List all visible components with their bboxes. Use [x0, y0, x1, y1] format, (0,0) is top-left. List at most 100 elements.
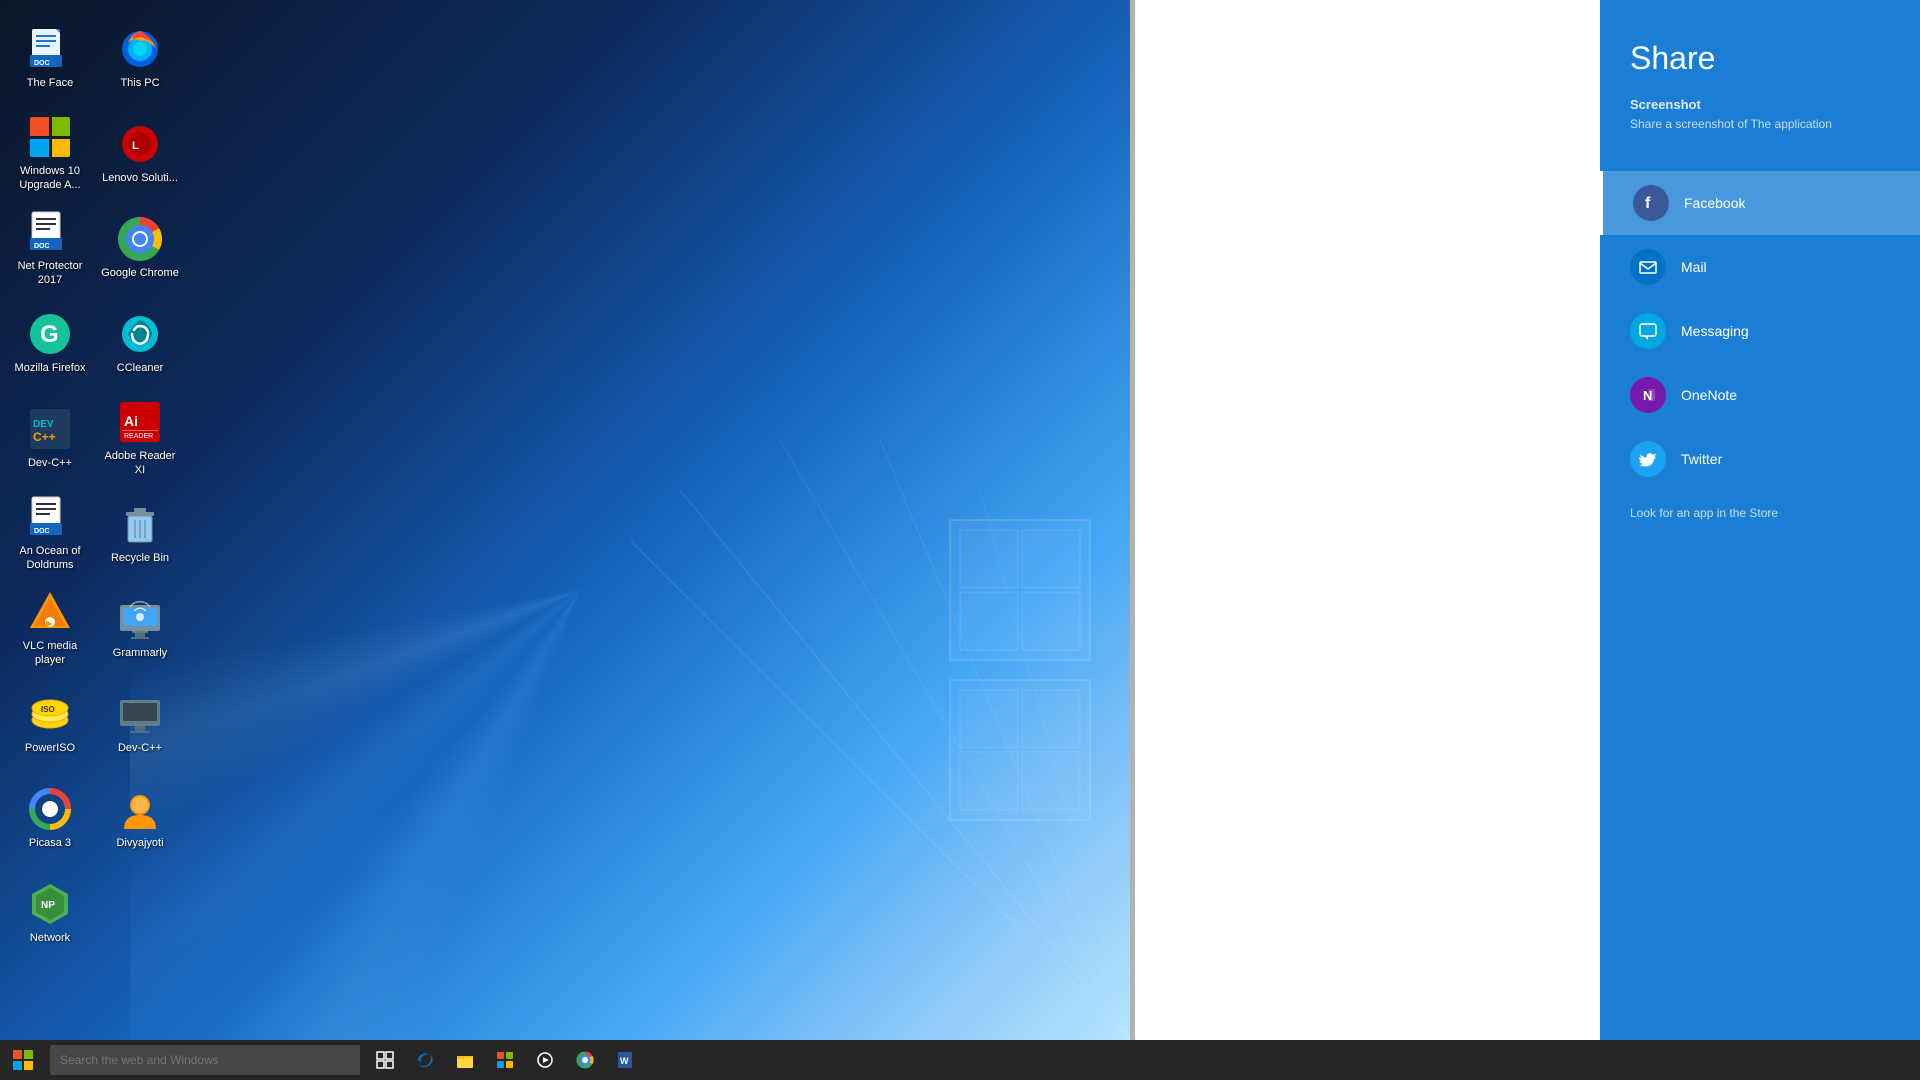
svg-text:DOC: DOC — [34, 60, 50, 67]
messaging-icon — [1630, 313, 1666, 349]
icon-mozilla-firefox[interactable]: This PC — [95, 10, 185, 105]
chrome-taskbar-icon — [576, 1051, 594, 1069]
google-chrome-icon — [116, 215, 164, 263]
grammarly-label: Mozilla Firefox — [15, 362, 86, 375]
share-panel: Share Screenshot Share a screenshot of T… — [1600, 0, 1920, 1040]
task-view-button[interactable] — [365, 1040, 405, 1080]
icon-the-face[interactable]: DOC The Face — [5, 10, 95, 105]
file-explorer-button[interactable] — [445, 1040, 485, 1080]
facebook-label: Facebook — [1684, 195, 1745, 211]
divyajyoti-label: Divyajyoti — [116, 837, 163, 850]
mail-label: Mail — [1681, 259, 1707, 275]
taskbar: W — [0, 1040, 1920, 1080]
edge-button[interactable] — [405, 1040, 445, 1080]
an-ocean-icon: DOC — [26, 493, 74, 541]
panel-divider — [1130, 0, 1135, 1040]
icon-net-protector[interactable]: NP Network — [5, 865, 95, 960]
this-pc-label: Dev-C++ — [118, 742, 162, 755]
icons-area: DOC The Face Windows 10 Upgrade A... — [0, 0, 280, 1040]
share-description: Share a screenshot of The application — [1630, 117, 1890, 131]
icon-ccleaner[interactable]: CCleaner — [95, 295, 185, 390]
dev-cpp-label: Dev-C++ — [28, 457, 72, 470]
svg-text:G: G — [40, 321, 59, 348]
media-button[interactable] — [525, 1040, 565, 1080]
lenovo-label: Lenovo Soluti... — [102, 172, 178, 185]
desktop: DOC The Face Windows 10 Upgrade A... — [0, 0, 1130, 1040]
share-item-twitter[interactable]: Twitter — [1600, 427, 1920, 491]
vlc-label: VLC media player — [10, 640, 90, 666]
network-label: Grammarly — [113, 647, 167, 660]
mozilla-firefox-label: This PC — [120, 77, 159, 90]
icon-divyajyoti[interactable]: Divyajyoti — [95, 770, 185, 865]
icon-poweriso[interactable]: ISO PowerISO — [5, 675, 95, 770]
dev-cpp-icon: DEV C++ — [26, 405, 74, 453]
windows10-upgrade-icon — [26, 113, 74, 161]
svg-text:W: W — [620, 1056, 629, 1066]
onenote-icon: N — [1630, 377, 1666, 413]
word-taskbar-button[interactable]: W — [605, 1040, 645, 1080]
desktop-rays — [430, 340, 1130, 1040]
twitter-icon — [1630, 441, 1666, 477]
share-item-messaging[interactable]: Messaging — [1600, 299, 1920, 363]
icon-lenovo[interactable]: L Lenovo Soluti... — [95, 105, 185, 200]
lenovo-icon: L — [116, 120, 164, 168]
icon-dev-cpp[interactable]: DEV C++ Dev-C++ — [5, 390, 95, 485]
google-chrome-label: Google Chrome — [101, 267, 179, 280]
mail-icon — [1630, 249, 1666, 285]
svg-text:▶: ▶ — [45, 619, 53, 628]
media-icon — [536, 1051, 554, 1069]
net-protector-label: Network — [30, 932, 70, 945]
store-button[interactable] — [485, 1040, 525, 1080]
search-input[interactable] — [50, 1045, 360, 1075]
windows10-upgrade-label: Windows 10 Upgrade A... — [10, 165, 90, 191]
icon-windows10-upgrade[interactable]: Windows 10 Upgrade A... — [5, 105, 95, 200]
divyajyoti-icon — [116, 785, 164, 833]
mozilla-firefox-icon — [116, 25, 164, 73]
share-item-onenote[interactable]: N OneNote — [1600, 363, 1920, 427]
share-item-facebook[interactable]: f Facebook — [1600, 171, 1920, 235]
adobe-reader-label: Adobe Reader XI — [100, 450, 180, 476]
poweriso-label: PowerISO — [25, 742, 75, 755]
net-protector-icon: NP — [26, 880, 74, 928]
recycle-bin-icon — [116, 500, 164, 548]
svg-text:Ai: Ai — [124, 413, 138, 429]
icon-an-ocean[interactable]: DOC An Ocean of Doldrums — [5, 485, 95, 580]
share-title: Share — [1630, 40, 1890, 77]
edge-icon — [416, 1051, 434, 1069]
picasa-icon — [26, 785, 74, 833]
task-view-icon — [376, 1051, 394, 1069]
word-taskbar-icon: W — [616, 1051, 634, 1069]
svg-text:DOC: DOC — [34, 528, 50, 535]
this-pc-icon — [116, 690, 164, 738]
file-explorer-icon — [456, 1051, 474, 1069]
icon-grammarly[interactable]: G Mozilla Firefox — [5, 295, 95, 390]
icon-vlc[interactable]: ▶ VLC media player — [5, 580, 95, 675]
network-icon — [116, 595, 164, 643]
svg-text:DEV: DEV — [33, 419, 54, 430]
recycle-bin-label: Recycle Bin — [111, 552, 169, 565]
share-subtitle: Screenshot — [1630, 97, 1890, 112]
icon-make-in-hostel[interactable]: DOC Net Protector 2017 — [5, 200, 95, 295]
share-header: Share Screenshot Share a screenshot of T… — [1600, 0, 1920, 171]
icon-this-pc[interactable]: Dev-C++ — [95, 675, 185, 770]
svg-text:READER: READER — [124, 433, 153, 440]
store-icon — [496, 1051, 514, 1069]
icon-picasa[interactable]: Picasa 3 — [5, 770, 95, 865]
the-face-label: The Face — [27, 77, 73, 90]
share-item-mail[interactable]: Mail — [1600, 235, 1920, 299]
an-ocean-label: An Ocean of Doldrums — [10, 545, 90, 571]
vlc-icon: ▶ — [26, 588, 74, 636]
chrome-taskbar-button[interactable] — [565, 1040, 605, 1080]
icon-adobe-reader[interactable]: Ai READER Adobe Reader XI — [95, 390, 185, 485]
icon-network[interactable]: Grammarly — [95, 580, 185, 675]
messaging-label: Messaging — [1681, 323, 1749, 339]
icon-google-chrome[interactable]: Google Chrome — [95, 200, 185, 295]
share-store-text: Look for an app in the Store — [1600, 491, 1920, 535]
the-face-icon: DOC — [26, 25, 74, 73]
icon-recycle-bin[interactable]: Recycle Bin — [95, 485, 185, 580]
grammarly-icon: G — [26, 310, 74, 358]
onenote-label: OneNote — [1681, 387, 1737, 403]
ccleaner-icon — [116, 310, 164, 358]
start-button[interactable] — [0, 1040, 45, 1080]
ccleaner-label: CCleaner — [117, 362, 163, 375]
